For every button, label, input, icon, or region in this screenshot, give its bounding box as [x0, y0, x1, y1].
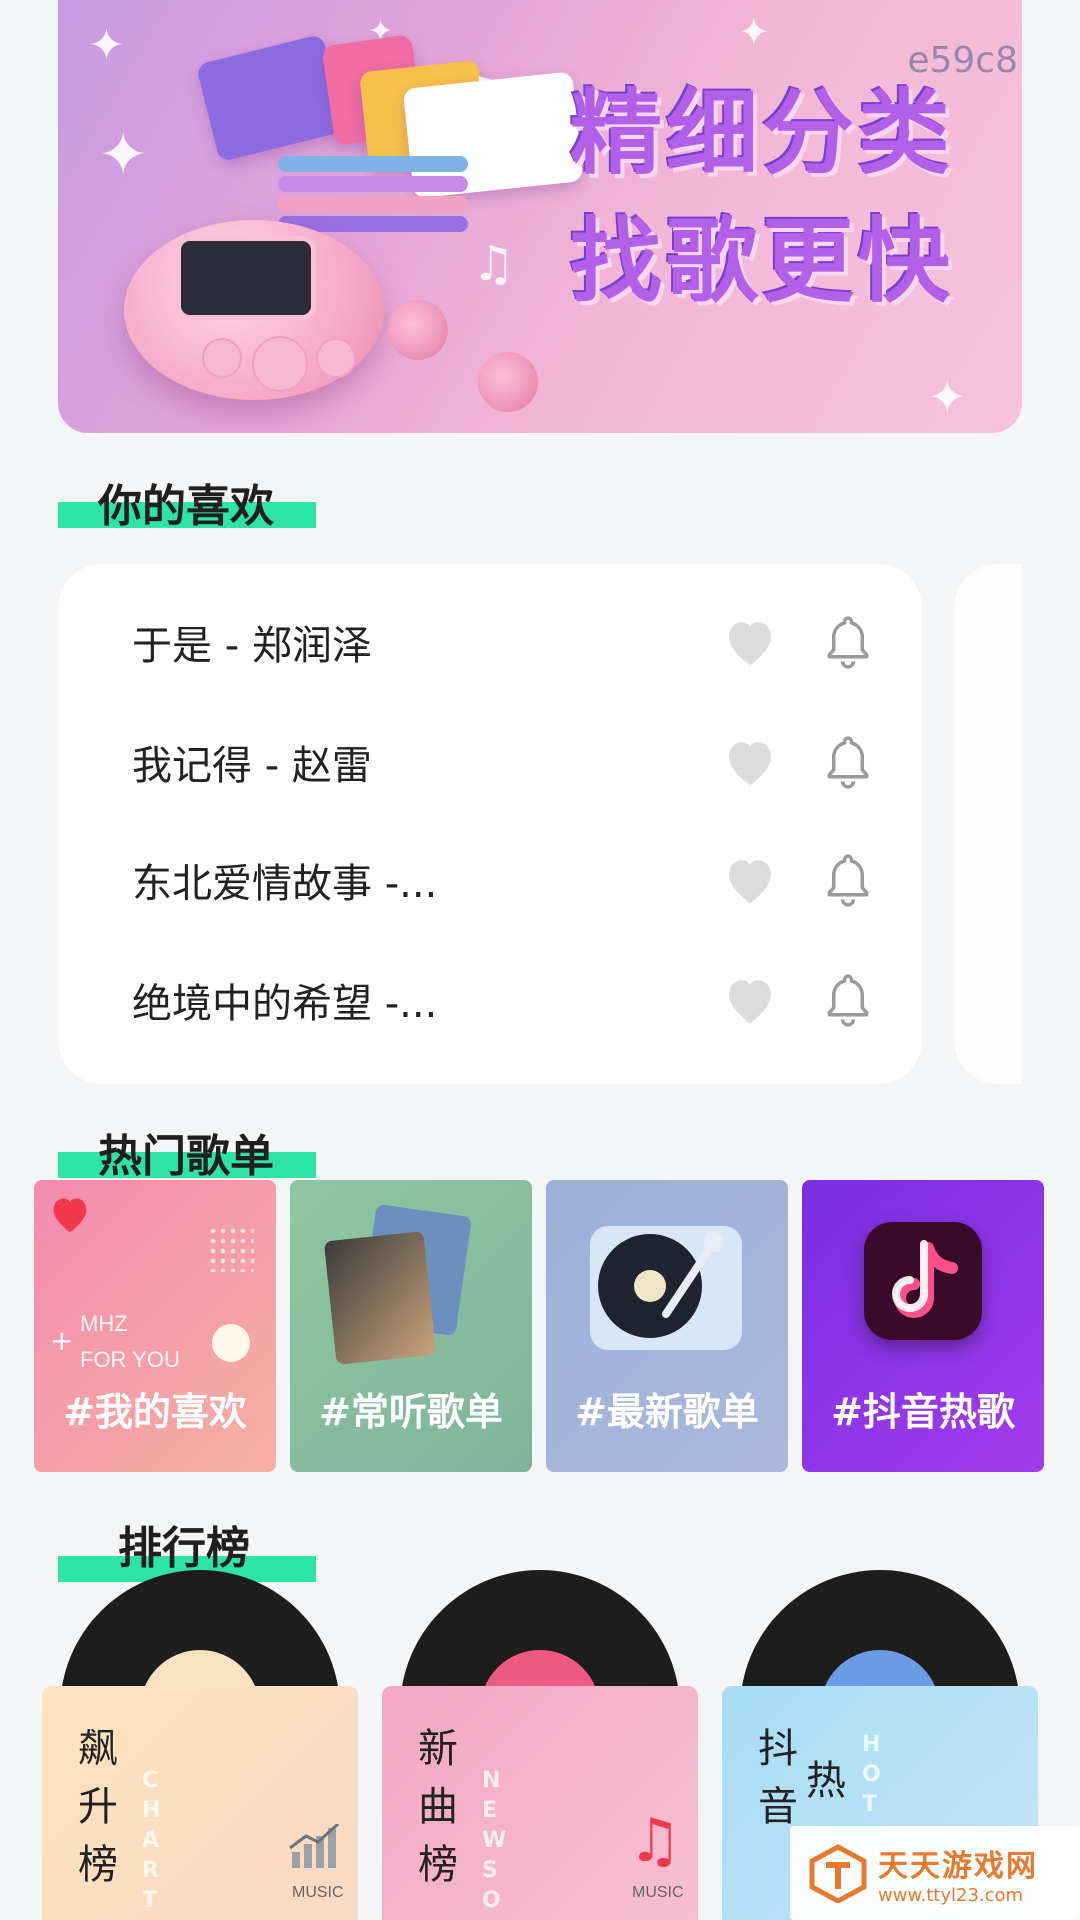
music-note-icon: ♫ — [472, 236, 516, 292]
site-watermark: 天天游戏网 www.ttyl23.com — [790, 1826, 1080, 1920]
playlist-label: #常听歌单 — [319, 1390, 503, 1434]
sparkle-icon: ✦ — [98, 120, 149, 190]
heart-icon[interactable] — [722, 614, 778, 670]
ranking-card-rising[interactable]: 飙升榜 CHARTS MUSIC — [42, 1570, 358, 1920]
earbud-illustration — [388, 300, 448, 360]
playlist-tile-my-favorites[interactable]: + MHZ FOR YOU #我的喜欢 — [34, 1180, 276, 1472]
plus-icon: + — [50, 1324, 74, 1357]
section-title-hot-playlists: 热门歌单 — [58, 1131, 316, 1182]
song-title: 于是 - 郑润泽 — [132, 623, 372, 669]
ranking-title: 飙升榜 — [78, 1726, 118, 1888]
playlist-label: #最新歌单 — [575, 1390, 759, 1434]
bell-icon[interactable] — [822, 613, 874, 671]
douyin-logo-icon — [864, 1222, 982, 1340]
music-player-illustration — [124, 220, 384, 400]
sparkle-icon: ✦ — [88, 20, 125, 71]
ranking-title: 新曲榜 — [418, 1726, 458, 1888]
favorites-next-card[interactable] — [954, 564, 1022, 1084]
song-title: 东北爱情故事 -... — [132, 861, 438, 907]
song-row[interactable]: 于是 - 郑润泽 — [58, 602, 922, 682]
music-note-icon: ♫ — [458, 66, 509, 131]
bell-icon[interactable] — [822, 971, 874, 1029]
playlist-tile-frequent[interactable]: #常听歌单 — [290, 1180, 532, 1472]
turntable-icon — [590, 1226, 742, 1350]
promo-banner[interactable]: ✦ ✦ ✦ ✦ ✦ e59c8 ♫ ♫ 精细分类 找歌更快 — [58, 0, 1022, 433]
sparkle-icon: ✦ — [928, 370, 967, 424]
song-row[interactable]: 东北爱情故事 -... — [58, 840, 922, 920]
bell-icon[interactable] — [822, 733, 874, 791]
playlist-label: #抖音热歌 — [831, 1390, 1015, 1434]
sparkle-icon: ✦ — [738, 10, 770, 54]
section-title-favorites: 你的喜欢 — [58, 481, 316, 532]
music-note-icon: ♫ — [628, 1806, 682, 1876]
bell-icon[interactable] — [822, 851, 874, 909]
heart-icon[interactable] — [722, 734, 778, 790]
heart-icon[interactable] — [722, 852, 778, 908]
song-row[interactable]: 绝境中的希望 -... — [58, 960, 922, 1040]
banner-headline: 精细分类 找歌更快 — [570, 80, 955, 315]
album-art-icon — [323, 1231, 437, 1365]
watermark-logo-icon — [809, 1844, 867, 1903]
song-title: 我记得 - 赵雷 — [132, 743, 372, 789]
song-row[interactable]: 我记得 - 赵雷 — [58, 722, 922, 802]
heart-icon[interactable] — [722, 972, 778, 1028]
ranking-title: 抖音 — [758, 1726, 798, 1830]
playlist-label: #我的喜欢 — [63, 1390, 247, 1434]
playlist-tile-newest[interactable]: #最新歌单 — [546, 1180, 788, 1472]
ranking-card-new-songs[interactable]: 新曲榜 NEWSON ♫ MUSIC — [382, 1570, 698, 1920]
song-title: 绝境中的希望 -... — [132, 981, 438, 1027]
heart-icon — [53, 1198, 87, 1233]
earbud-illustration — [478, 352, 538, 412]
trend-chart-icon — [289, 1824, 340, 1868]
playlist-tile-douyin[interactable]: #抖音热歌 — [802, 1180, 1044, 1472]
